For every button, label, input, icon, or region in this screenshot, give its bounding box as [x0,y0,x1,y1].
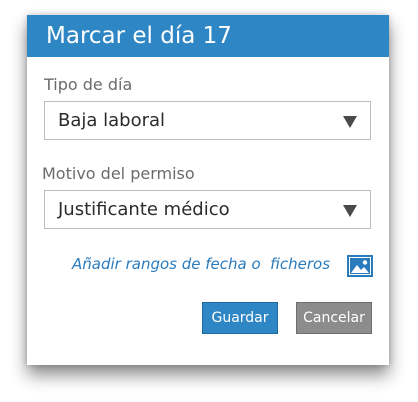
chevron-down-icon [343,205,357,217]
dialog-title: Marcar el día 17 [27,15,389,57]
leave-reason-select[interactable]: Justificante médico [44,190,371,229]
save-button[interactable]: Guardar [202,302,278,334]
leave-reason-value: Justificante médico [58,199,230,220]
day-type-label: Tipo de día [44,75,133,94]
leave-reason-label: Motivo del permiso [42,164,195,183]
add-date-ranges-link[interactable]: Añadir rangos de fecha o ficheros [72,255,330,273]
chevron-down-icon [343,116,357,128]
image-icon[interactable] [347,255,373,277]
day-type-value: Baja laboral [58,110,166,131]
day-type-select[interactable]: Baja laboral [44,101,371,140]
cancel-button[interactable]: Cancelar [296,302,372,334]
mark-day-dialog: Marcar el día 17 Tipo de día Baja labora… [27,15,389,365]
